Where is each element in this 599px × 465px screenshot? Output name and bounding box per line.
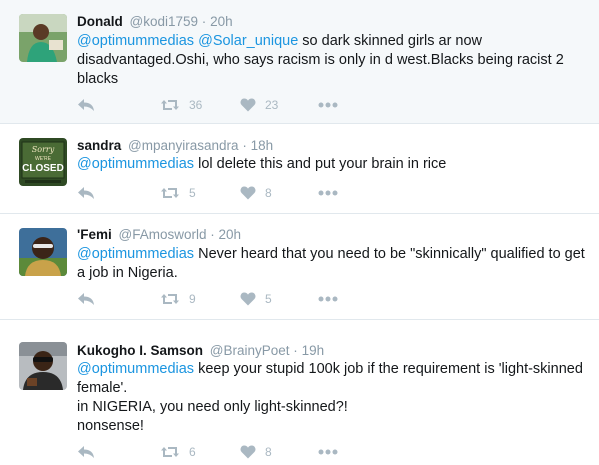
text-line: @optimummedias @Solar_unique so dark ski… — [77, 32, 587, 51]
like-button[interactable]: 5 — [240, 291, 272, 307]
user-handle[interactable]: @mpanyirasandra — [128, 138, 239, 153]
user-handle[interactable]: @FAmosworld — [119, 227, 207, 242]
more-button[interactable] — [318, 97, 338, 113]
tweet-sandra[interactable]: Sorry WE'RE CLOSED sandra @mpanyirasandr… — [0, 124, 599, 214]
text-segment: keep your stupid 100k job if the require… — [194, 361, 583, 377]
timestamp[interactable]: 19h — [302, 343, 325, 358]
reply-icon — [78, 187, 94, 199]
like-count: 8 — [265, 186, 272, 200]
mention-link[interactable]: @Solar_unique — [198, 33, 298, 49]
reply-button[interactable] — [77, 291, 95, 307]
text-segment: so dark skinned girls ar now — [298, 33, 483, 49]
tweet-header: sandra @mpanyirasandra · 18h — [77, 138, 273, 153]
retweet-button[interactable]: 9 — [160, 291, 196, 307]
mention-link[interactable]: @optimummedias — [77, 156, 194, 172]
reply-icon — [78, 446, 94, 458]
tweet-text: @optimummedias keep your stupid 100k job… — [77, 360, 587, 436]
tweet-donald[interactable]: Donald @kodi1759 · 20h @optimummedias @S… — [0, 0, 599, 124]
avatar[interactable] — [19, 14, 67, 62]
like-count: 23 — [265, 98, 279, 112]
timestamp[interactable]: 20h — [210, 14, 233, 29]
user-name[interactable]: sandra — [77, 138, 121, 153]
reply-icon — [78, 99, 94, 111]
tweet-text: @optimummedias @Solar_unique so dark ski… — [77, 32, 587, 89]
mention-link[interactable]: @optimummedias — [77, 33, 194, 49]
text-line: disadvantaged.Oshi, who says racism is o… — [77, 52, 564, 68]
retweet-count: 6 — [189, 445, 196, 459]
text-line: in NIGERIA, you need only light-skinned?… — [77, 399, 348, 415]
user-name[interactable]: Kukogho I. Samson — [77, 343, 203, 358]
like-icon — [240, 292, 256, 306]
text-line: nonsense! — [77, 418, 144, 434]
like-icon — [240, 98, 256, 112]
avatar[interactable]: Sorry WE'RE CLOSED — [19, 138, 67, 186]
retweet-count: 9 — [189, 292, 196, 306]
more-button[interactable] — [318, 444, 338, 460]
retweet-icon — [161, 447, 179, 457]
more-button[interactable] — [318, 185, 338, 201]
tweet-header: Donald @kodi1759 · 20h — [77, 14, 233, 29]
like-icon — [240, 186, 256, 200]
retweet-button[interactable]: 6 — [160, 444, 196, 460]
user-name[interactable]: 'Femi — [77, 227, 112, 242]
text-line: blacks — [77, 71, 119, 87]
reply-button[interactable] — [77, 444, 95, 460]
mention-link[interactable]: @optimummedias — [77, 246, 194, 262]
retweet-button[interactable]: 36 — [160, 97, 202, 113]
text-segment: Never heard that you need to be "skinnic… — [194, 246, 585, 262]
like-count: 5 — [265, 292, 272, 306]
separator: · — [210, 227, 215, 242]
reply-button[interactable] — [77, 185, 95, 201]
text-line: a job in Nigeria. — [77, 265, 178, 281]
mention-link[interactable]: @optimummedias — [77, 361, 194, 377]
retweet-icon — [161, 100, 179, 110]
retweet-icon — [161, 294, 179, 304]
retweet-count: 36 — [189, 98, 203, 112]
user-handle[interactable]: @kodi1759 — [130, 14, 199, 29]
sign-text-sorry: Sorry — [32, 145, 55, 154]
like-count: 8 — [265, 445, 272, 459]
sign-text-were: WE'RE — [35, 156, 52, 162]
retweet-icon — [161, 188, 179, 198]
avatar[interactable] — [19, 342, 67, 390]
reply-icon — [78, 293, 94, 305]
separator: · — [293, 343, 298, 358]
like-button[interactable]: 8 — [240, 185, 272, 201]
more-button[interactable] — [318, 291, 338, 307]
reply-button[interactable] — [77, 97, 95, 113]
separator: · — [242, 138, 247, 153]
more-icon — [318, 102, 338, 108]
tweet-header: Kukogho I. Samson @BrainyPoet · 19h — [77, 343, 324, 358]
tweet-text: @optimummedias lol delete this and put y… — [77, 155, 587, 174]
text-line: @optimummedias lol delete this and put y… — [77, 155, 587, 174]
text-segment: lol delete this and put your brain in ri… — [194, 156, 447, 172]
separator: · — [201, 14, 207, 29]
text-line: female'. — [77, 380, 128, 396]
avatar[interactable] — [19, 228, 67, 276]
tweet-text: @optimummedias Never heard that you need… — [77, 245, 587, 283]
timestamp[interactable]: 18h — [251, 138, 274, 153]
tweet-header: 'Femi @FAmosworld · 20h — [77, 227, 241, 242]
sign-text-closed: CLOSED — [22, 163, 64, 174]
text-line: @optimummedias keep your stupid 100k job… — [77, 360, 587, 379]
like-button[interactable]: 8 — [240, 444, 272, 460]
retweet-button[interactable]: 5 — [160, 185, 196, 201]
like-icon — [240, 445, 256, 459]
text-line: @optimummedias Never heard that you need… — [77, 245, 587, 264]
timestamp[interactable]: 20h — [219, 227, 242, 242]
user-name[interactable]: Donald — [77, 14, 123, 29]
more-icon — [318, 296, 338, 302]
tweet-kukogho[interactable]: Kukogho I. Samson @BrainyPoet · 19h @opt… — [0, 320, 599, 465]
tweet-femi[interactable]: 'Femi @FAmosworld · 20h @optimummedias N… — [0, 214, 599, 320]
user-handle[interactable]: @BrainyPoet — [210, 343, 290, 358]
like-button[interactable]: 23 — [240, 97, 278, 113]
more-icon — [318, 190, 338, 196]
retweet-count: 5 — [189, 186, 196, 200]
more-icon — [318, 449, 338, 455]
